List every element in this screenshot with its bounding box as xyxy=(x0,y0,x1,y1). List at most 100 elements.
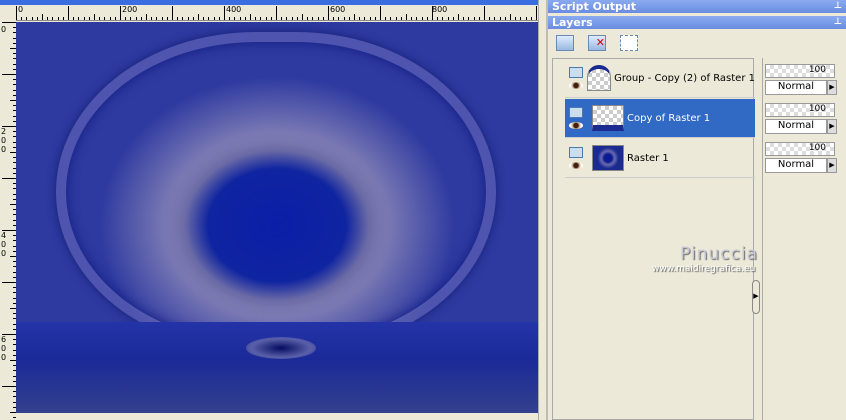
ruler-label: 400 xyxy=(226,5,242,14)
ruler-tick xyxy=(151,17,153,20)
edit-selection-icon[interactable] xyxy=(620,35,638,51)
layer-row[interactable]: Raster 1 xyxy=(565,139,755,178)
ruler-tick xyxy=(354,14,355,20)
ruler-tick xyxy=(343,17,345,20)
ruler-tick xyxy=(125,17,127,20)
layers-toolbar: ✕ xyxy=(548,29,846,57)
pin-icon[interactable]: ⊥ xyxy=(834,16,842,29)
ruler-tick xyxy=(2,74,16,75)
dropdown-arrow-icon[interactable]: ▶ xyxy=(827,158,837,173)
layer-name: Group - Copy (2) of Raster 1 xyxy=(614,72,755,84)
ruler-tick xyxy=(94,14,95,20)
ruler-tick xyxy=(494,17,496,20)
ruler-tick xyxy=(234,17,236,20)
ruler-tick xyxy=(172,6,173,20)
ruler-tick xyxy=(499,17,501,20)
pin-icon[interactable]: ⊥ xyxy=(834,0,842,13)
blend-mode-select[interactable]: Normal xyxy=(765,119,827,134)
layers-panel: Script Output ⊥ Layers ⊥ ✕ Group - Copy (2… xyxy=(546,0,846,420)
ruler-tick xyxy=(348,17,350,20)
ruler-tick xyxy=(333,17,335,20)
ruler-tick xyxy=(276,6,277,20)
layers-title[interactable]: Layers ⊥ xyxy=(548,16,846,29)
ruler-tick xyxy=(515,17,517,20)
ruler-tick xyxy=(2,126,16,127)
panel-splitter[interactable]: ▶ xyxy=(752,280,760,314)
ruler-label: 0 xyxy=(1,25,7,34)
ruler-tick xyxy=(203,17,205,20)
ruler-tick xyxy=(317,17,319,20)
eye-icon[interactable] xyxy=(569,122,583,129)
ruler-tick xyxy=(478,17,480,20)
ruler-label: 0 xyxy=(18,5,24,14)
ruler-tick xyxy=(369,17,371,20)
layer-row[interactable]: Group - Copy (2) of Raster 1 xyxy=(565,59,755,98)
ruler-tick xyxy=(530,17,532,20)
ruler-label: 200 xyxy=(1,127,7,154)
ruler-tick xyxy=(42,14,43,20)
opacity-slider[interactable]: 100 xyxy=(765,103,835,117)
ruler-tick xyxy=(21,17,23,20)
ruler-tick xyxy=(146,14,147,20)
script-output-title[interactable]: Script Output ⊥ xyxy=(548,0,846,13)
ruler-tick xyxy=(13,417,16,419)
ruler-tick xyxy=(213,17,215,20)
ruler-label: 600 xyxy=(1,335,7,362)
ruler-tick xyxy=(83,17,85,20)
ruler-tick xyxy=(411,17,413,20)
ruler-tick xyxy=(525,17,527,20)
ruler-label: 200 xyxy=(122,5,138,14)
ruler-tick xyxy=(270,17,272,20)
eye-icon[interactable] xyxy=(569,82,583,89)
ruler-tick xyxy=(520,17,522,20)
ruler-tick xyxy=(452,17,454,20)
ruler-tick xyxy=(36,17,38,20)
ruler-tick xyxy=(296,17,298,20)
delete-layer-icon[interactable]: ✕ xyxy=(588,35,606,51)
ruler-tick xyxy=(229,17,231,20)
ruler-tick xyxy=(426,17,428,20)
ruler-tick xyxy=(2,386,16,387)
ruler-tick xyxy=(161,17,163,20)
ruler-tick xyxy=(198,14,199,20)
ruler-tick xyxy=(135,17,137,20)
new-raster-layer-icon[interactable] xyxy=(556,35,574,51)
ruler-tick xyxy=(255,17,257,20)
layer-row[interactable]: Copy of Raster 1 xyxy=(565,99,755,138)
ruler-tick xyxy=(291,17,293,20)
dropdown-arrow-icon[interactable]: ▶ xyxy=(827,80,837,95)
ruler-tick xyxy=(109,17,111,20)
ruler-tick xyxy=(510,14,511,20)
layer-properties: 100 Normal ▶ 100 Normal ▶ 100 Normal ▶ xyxy=(762,58,846,420)
ruler-tick xyxy=(473,17,475,20)
ruler-tick xyxy=(458,14,459,20)
script-output-label: Script Output xyxy=(552,0,637,13)
ruler-tick xyxy=(2,282,16,283)
ruler-tick xyxy=(2,22,16,23)
ruler-tick xyxy=(385,17,387,20)
opacity-slider[interactable]: 100 xyxy=(765,64,835,78)
layer-props-row: 100 Normal ▶ xyxy=(765,140,846,179)
ruler-tick xyxy=(114,17,116,20)
ruler-tick xyxy=(192,17,194,20)
ruler-tick xyxy=(416,17,418,20)
layers-label: Layers xyxy=(552,16,593,29)
ruler-tick xyxy=(182,17,184,20)
opacity-slider[interactable]: 100 xyxy=(765,142,835,156)
ruler-tick xyxy=(364,17,366,20)
ruler-tick xyxy=(218,17,220,20)
watermark-name: Pinuccia xyxy=(680,244,758,264)
ruler-tick xyxy=(47,17,49,20)
image-canvas[interactable] xyxy=(16,22,538,413)
ruler-tick xyxy=(88,17,90,20)
horizontal-ruler: 0 200 400 600 800 xyxy=(16,5,538,21)
layer-type-icon xyxy=(569,107,583,118)
canvas-scrollbar[interactable] xyxy=(538,0,546,420)
eye-icon[interactable] xyxy=(569,162,583,169)
blend-mode-select[interactable]: Normal xyxy=(765,158,827,173)
blend-mode-select[interactable]: Normal xyxy=(765,80,827,95)
ruler-tick xyxy=(2,230,16,231)
ruler-tick xyxy=(73,17,75,20)
dropdown-arrow-icon[interactable]: ▶ xyxy=(827,119,837,134)
ruler-tick xyxy=(322,17,324,20)
